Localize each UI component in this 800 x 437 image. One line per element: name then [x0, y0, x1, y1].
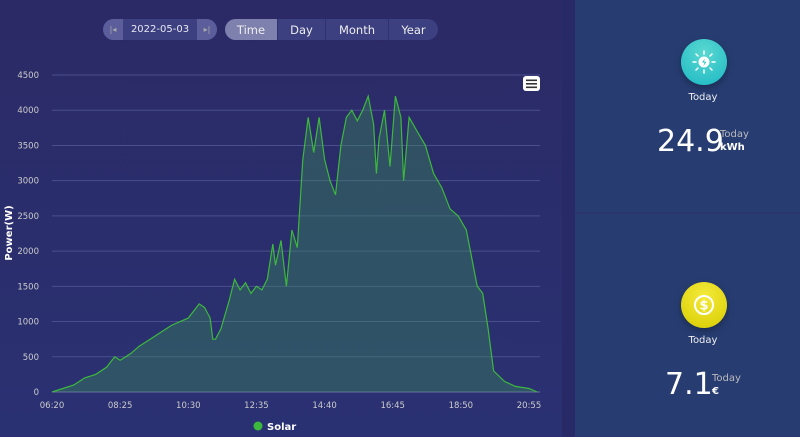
- power-chart: 0 500 1000 1500 2000 2500 3000 3500 4000 4500 06:2…: [4, 71, 542, 434]
- x-tick-label: 18:50: [449, 401, 474, 411]
- x-tick-label: 06:20: [40, 401, 65, 411]
- dollar-coin-icon: $: [681, 282, 727, 328]
- production-unit: kWh: [720, 142, 745, 153]
- revenue-value: 7.1: [665, 367, 713, 402]
- production-label: Today: [688, 92, 718, 103]
- divider: [575, 212, 800, 214]
- y-tick-label: 3500: [17, 141, 39, 151]
- x-tick-label: 20:55: [517, 401, 542, 411]
- y-tick-label: 4500: [17, 71, 39, 81]
- y-tick-label: 1500: [17, 282, 39, 292]
- solar-area: [52, 96, 538, 392]
- x-tick-label: 12:35: [244, 401, 269, 411]
- revenue-label: Today: [688, 335, 718, 346]
- legend-marker: [253, 421, 263, 431]
- revenue-unit: €: [712, 386, 719, 397]
- production-value: 24.9: [657, 124, 724, 159]
- sun-bolt-icon: [681, 39, 727, 85]
- y-tick-label: 1000: [17, 318, 39, 328]
- y-tick-label: 2500: [17, 212, 39, 222]
- y-tick-label: 4000: [17, 106, 39, 116]
- x-tick-label: 10:30: [176, 401, 201, 411]
- legend-label: Solar: [267, 422, 296, 433]
- svg-text:$: $: [699, 299, 708, 314]
- production-period: Today: [720, 129, 749, 140]
- x-tick-label: 08:25: [108, 401, 133, 411]
- x-tick-label: 14:40: [312, 401, 337, 411]
- y-tick-label: 2000: [17, 247, 39, 257]
- x-tick-label: 16:45: [380, 401, 405, 411]
- legend-solar[interactable]: Solar: [253, 421, 297, 434]
- y-tick-label: 3000: [17, 177, 39, 187]
- y-tick-label: 0: [34, 388, 39, 398]
- hamburger-menu-icon[interactable]: [523, 76, 540, 91]
- y-tick-label: 500: [23, 353, 39, 363]
- y-axis-label: Power(W): [4, 205, 15, 260]
- revenue-period: Today: [712, 373, 741, 384]
